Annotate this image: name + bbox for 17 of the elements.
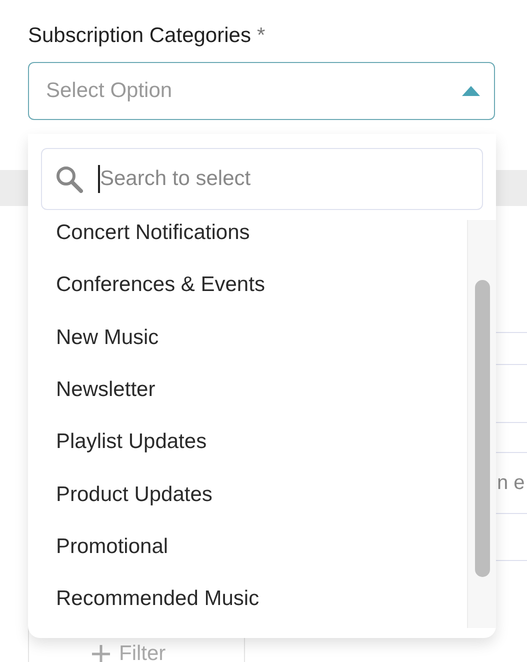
option-item[interactable]: Promotional <box>28 520 467 574</box>
option-item[interactable]: Product Updates <box>28 468 467 521</box>
option-item[interactable]: Playlist Updates <box>28 416 467 468</box>
option-item[interactable]: New Music <box>28 312 467 364</box>
scrollbar-thumb[interactable] <box>474 280 490 577</box>
field-label: Subscription Categories <box>28 24 251 48</box>
caret-icon <box>462 86 480 96</box>
search-icon <box>55 165 83 193</box>
option-item[interactable]: Conferences & Events <box>28 259 467 312</box>
plus-icon <box>91 644 111 662</box>
row-text: n e <box>496 472 525 494</box>
option-item[interactable]: Concert Notifications <box>28 220 467 260</box>
option-item[interactable]: Newsletter <box>28 364 467 416</box>
search-field[interactable]: Search to select <box>41 148 483 210</box>
required-mark: * <box>256 24 266 48</box>
text-cursor <box>98 165 100 193</box>
option-item[interactable]: Recommended Music <box>28 573 467 626</box>
